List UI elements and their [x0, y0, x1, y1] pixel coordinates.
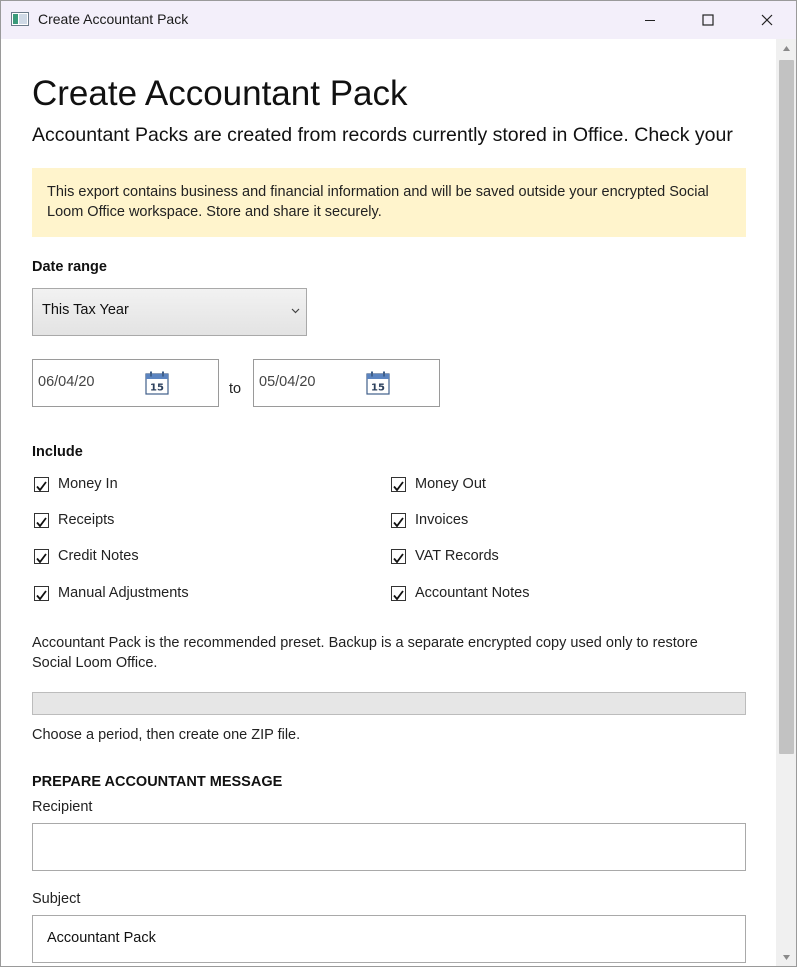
calendar-icon[interactable]: 15: [366, 371, 390, 395]
info-line-1: Accountant Pack is the recommended prese…: [32, 635, 698, 651]
export-progress-bar: [32, 692, 746, 715]
page-subtitle: Accountant Packs are created from record…: [32, 124, 733, 146]
checkmark-icon: [36, 552, 47, 563]
checkbox-box[interactable]: [34, 476, 49, 492]
checkbox-vat-records[interactable]: VAT Records: [391, 548, 499, 564]
maximize-button[interactable]: [679, 1, 737, 39]
checkbox-money-out[interactable]: Money Out: [391, 476, 486, 492]
subject-input[interactable]: Accountant Pack: [32, 915, 746, 963]
to-date-value: 05/04/20: [259, 374, 316, 390]
checkbox-label: VAT Records: [415, 548, 499, 564]
date-range-select[interactable]: This Tax Year: [32, 288, 307, 336]
scroll-up-button[interactable]: [776, 39, 796, 58]
vertical-scrollbar[interactable]: [776, 39, 796, 966]
checkmark-icon: [393, 552, 404, 563]
from-date-picker[interactable]: 06/04/20 15: [32, 359, 219, 407]
checkbox-box[interactable]: [391, 476, 406, 492]
checkbox-manual-adjustments[interactable]: Manual Adjustments: [34, 585, 189, 601]
recipient-label: Recipient: [32, 799, 93, 815]
checkbox-label: Money In: [58, 476, 118, 492]
subject-value: Accountant Pack: [47, 930, 156, 946]
checkbox-label: Invoices: [415, 512, 469, 528]
checkmark-icon: [393, 480, 404, 491]
include-label: Include: [32, 444, 83, 460]
checkbox-receipts[interactable]: Receipts: [34, 512, 114, 528]
checkmark-icon: [393, 516, 404, 527]
checkbox-credit-notes[interactable]: Credit Notes: [34, 548, 139, 564]
checkbox-box[interactable]: [34, 512, 49, 528]
checkbox-box[interactable]: [391, 585, 406, 601]
checkbox-label: Manual Adjustments: [58, 585, 189, 601]
scrollbar-thumb[interactable]: [779, 60, 794, 754]
main-content: Create Accountant Pack Accountant Packs …: [1, 39, 776, 966]
svg-text:15: 15: [371, 383, 385, 394]
message-heading: PREPARE ACCOUNTANT MESSAGE: [32, 774, 283, 790]
title-bar[interactable]: Create Accountant Pack: [1, 1, 796, 39]
close-icon: [761, 14, 773, 26]
recipient-input[interactable]: [32, 823, 746, 871]
calendar-icon[interactable]: 15: [145, 371, 169, 395]
checkmark-icon: [393, 589, 404, 600]
checkmark-icon: [36, 516, 47, 527]
date-range-label: Date range: [32, 259, 107, 275]
scroll-down-button[interactable]: [776, 948, 796, 966]
checkbox-money-in[interactable]: Money In: [34, 476, 118, 492]
preset-info: Accountant Pack is the recommended prese…: [32, 633, 752, 673]
status-text: Choose a period, then create one ZIP fil…: [32, 727, 301, 743]
window-title: Create Accountant Pack: [38, 11, 189, 27]
checkbox-accountant-notes[interactable]: Accountant Notes: [391, 585, 529, 601]
maximize-icon: [702, 14, 714, 26]
checkbox-label: Credit Notes: [58, 548, 139, 564]
app-icon: [11, 12, 29, 26]
svg-text:15: 15: [150, 383, 164, 394]
from-date-value: 06/04/20: [38, 374, 95, 390]
page-title: Create Accountant Pack: [32, 74, 408, 113]
chevron-down-icon: [291, 308, 300, 314]
minimize-icon: [645, 20, 655, 21]
checkbox-label: Money Out: [415, 476, 486, 492]
app-window: Create Accountant Pack Create Accountant…: [0, 0, 797, 967]
arrow-up-icon: [783, 46, 790, 51]
warning-banner: This export contains business and financ…: [32, 168, 746, 237]
close-button[interactable]: [738, 1, 796, 39]
warning-line-1: This export contains business and financ…: [47, 184, 709, 200]
checkbox-invoices[interactable]: Invoices: [391, 512, 468, 528]
checkbox-box[interactable]: [34, 548, 49, 564]
to-date-picker[interactable]: 05/04/20 15: [253, 359, 440, 407]
checkbox-box[interactable]: [391, 548, 406, 564]
checkmark-icon: [36, 480, 47, 491]
minimize-button[interactable]: [621, 1, 679, 39]
info-line-2: Social Loom Office.: [32, 655, 158, 671]
warning-line-2: Loom Office workspace. Store and share i…: [47, 204, 382, 220]
checkmark-icon: [36, 589, 47, 600]
checkbox-label: Receipts: [58, 512, 115, 528]
to-label: to: [229, 381, 242, 397]
checkbox-box[interactable]: [34, 585, 49, 601]
arrow-down-icon: [783, 955, 790, 960]
checkbox-label: Accountant Notes: [415, 585, 530, 601]
subject-label: Subject: [32, 891, 81, 907]
date-range-selected: This Tax Year: [42, 302, 129, 318]
checkbox-box[interactable]: [391, 512, 406, 528]
